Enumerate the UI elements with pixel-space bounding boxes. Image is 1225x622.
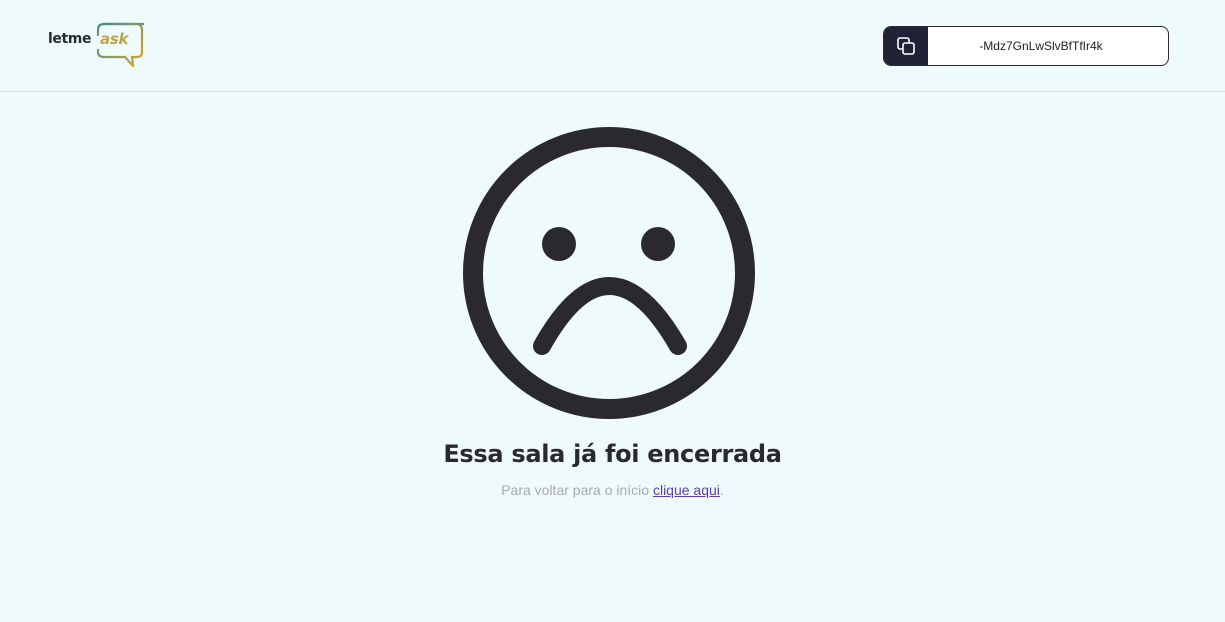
subtitle-text: Para voltar para o início <box>501 482 653 498</box>
subtitle-suffix: . <box>719 482 724 498</box>
room-code-text: -Mdz7GnLwSlvBfTfIr4k <box>979 39 1103 53</box>
sad-face-icon <box>463 127 755 419</box>
page-title: Essa sala já foi encerrada <box>443 440 782 468</box>
logo-text-ask: ask <box>100 30 129 48</box>
home-link[interactable]: clique aqui <box>653 482 720 498</box>
subtitle: Para voltar para o início clique aqui. <box>0 482 1225 498</box>
logo-text-letme: letme <box>48 31 92 47</box>
copy-icon[interactable] <box>884 27 928 65</box>
room-code-button[interactable]: -Mdz7GnLwSlvBfTfIr4k <box>883 26 1169 66</box>
letmeask-logo[interactable]: letme ask <box>48 22 148 70</box>
header: letme ask -Mdz7GnLwSlvBfTfIr4k <box>0 0 1225 92</box>
